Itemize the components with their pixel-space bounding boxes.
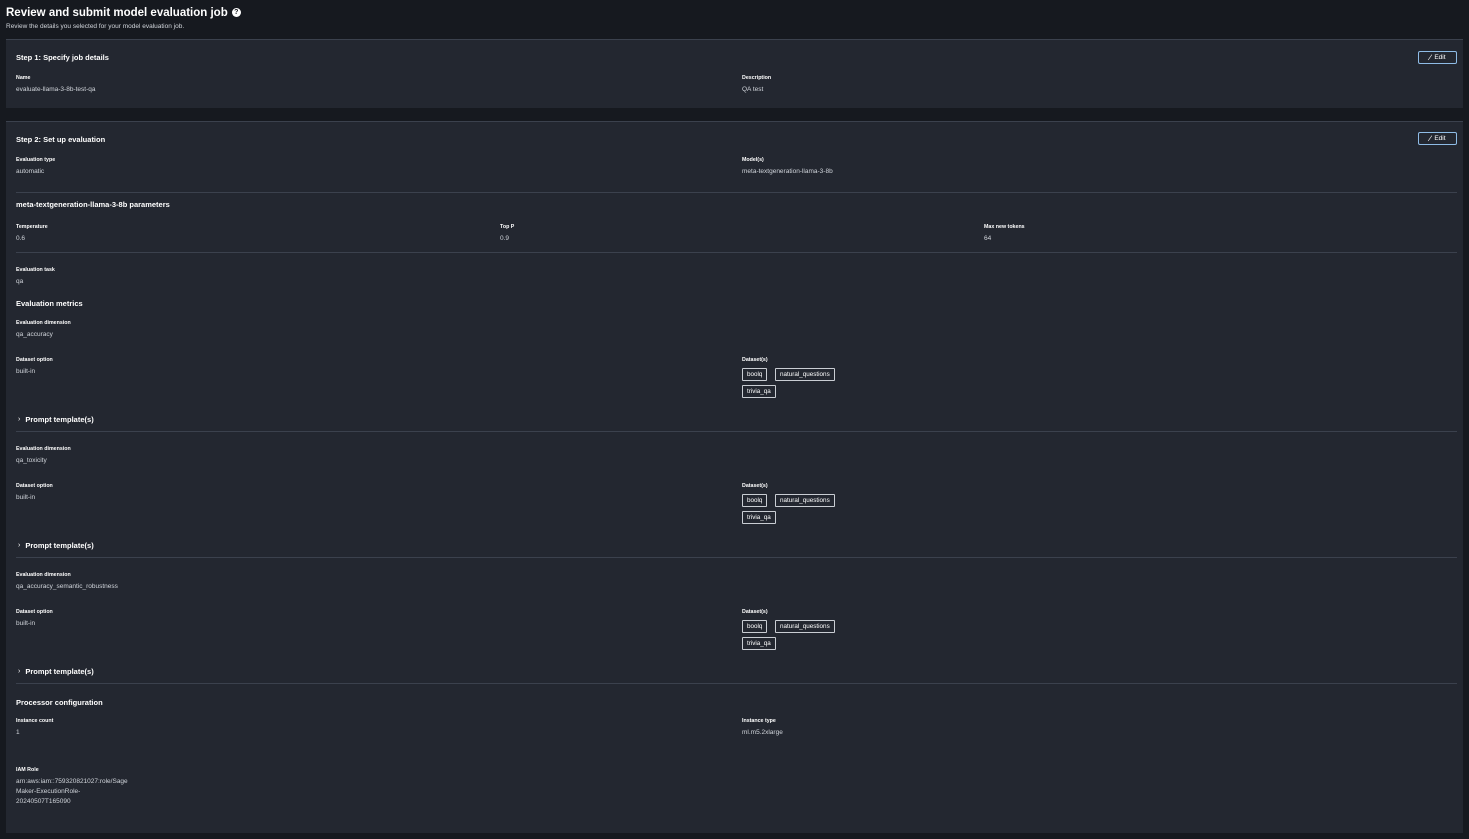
dataset-tag: boolq <box>742 494 768 507</box>
instance-count-value: 1 <box>16 729 20 736</box>
prompt-templates-expander[interactable]: › Prompt template(s) <box>18 415 94 424</box>
prompt-templates-expander[interactable]: › Prompt template(s) <box>18 541 94 550</box>
instance-type-label: Instance type <box>742 718 776 724</box>
processor-title: Processor configuration <box>16 698 103 707</box>
dimension-label: Evaluation dimension <box>16 572 71 578</box>
instance-type-value: ml.m5.2xlarge <box>742 729 783 736</box>
dimension-value: qa_accuracy_semantic_robustness <box>16 583 118 590</box>
name-label: Name <box>16 75 31 81</box>
prompt-templates-label: Prompt template(s) <box>25 667 94 676</box>
step1-edit-button[interactable]: | Edit <box>1418 51 1457 64</box>
dataset-option-value: built-in <box>16 494 36 501</box>
max-tokens-label: Max new tokens <box>984 224 1025 230</box>
dataset-tag: natural_questions <box>775 620 835 633</box>
pencil-icon: | <box>1427 135 1434 142</box>
max-tokens-value: 64 <box>984 235 992 242</box>
divider <box>16 192 1457 193</box>
iam-role-value-line2: Maker-ExecutionRole- <box>16 788 81 795</box>
dimension-value: qa_accuracy <box>16 331 53 338</box>
datasets-label: Dataset(s) <box>742 483 768 489</box>
divider <box>16 431 1457 432</box>
iam-role-value-line3: 20240507T165090 <box>16 798 71 805</box>
dataset-tag: trivia_qa <box>742 511 776 524</box>
help-circle-icon[interactable]: ? <box>231 8 241 17</box>
step2-edit-label: Edit <box>1434 135 1446 142</box>
dimension-value: qa_toxicity <box>16 457 47 464</box>
dataset-tag: boolq <box>742 620 768 633</box>
prompt-templates-label: Prompt template(s) <box>25 415 94 424</box>
iam-role-value-line1: arn:aws:iam::759320821027:role/Sage <box>16 778 128 785</box>
step2-title: Step 2: Set up evaluation <box>16 135 106 144</box>
prompt-templates-label: Prompt template(s) <box>25 541 94 550</box>
dimension-label: Evaluation dimension <box>16 320 71 326</box>
prompt-templates-expander[interactable]: › Prompt template(s) <box>18 667 94 676</box>
datasets-label: Dataset(s) <box>742 357 768 363</box>
step2-panel: Step 2: Set up evaluation | Edit Evaluat… <box>6 121 1463 833</box>
dataset-tag: trivia_qa <box>742 385 776 398</box>
divider <box>16 252 1457 253</box>
task-value: qa <box>16 278 24 285</box>
divider <box>16 683 1457 684</box>
step1-title: Step 1: Specify job details <box>16 53 109 62</box>
chevron-right-icon: › <box>18 416 21 423</box>
dataset-option-value: built-in <box>16 620 36 627</box>
pencil-icon: | <box>1427 54 1434 61</box>
dataset-tag: boolq <box>742 368 768 381</box>
step2-edit-button[interactable]: | Edit <box>1418 132 1457 145</box>
step1-panel: Step 1: Specify job details | Edit Name … <box>6 39 1463 108</box>
description-label: Description <box>742 75 772 81</box>
datasets-label: Dataset(s) <box>742 609 768 615</box>
dataset-option-label: Dataset option <box>16 609 53 615</box>
dataset-tag: natural_questions <box>775 494 835 507</box>
dataset-option-label: Dataset option <box>16 483 53 489</box>
evaluation-type-value: automatic <box>16 168 45 175</box>
temperature-value: 0.6 <box>16 235 26 242</box>
iam-role-label: IAM Role <box>16 767 39 773</box>
temperature-label: Temperature <box>16 224 48 230</box>
models-label: Model(s) <box>742 157 764 163</box>
dataset-tag: natural_questions <box>775 368 835 381</box>
top-p-value: 0.9 <box>500 235 510 242</box>
step1-edit-label: Edit <box>1434 54 1446 61</box>
top-p-label: Top P <box>500 224 515 230</box>
metrics-title: Evaluation metrics <box>16 299 83 308</box>
page-header: Review and submit model evaluation job? … <box>6 3 241 30</box>
instance-count-label: Instance count <box>16 718 54 724</box>
dataset-tag: trivia_qa <box>742 637 776 650</box>
params-title: meta-textgeneration-llama-3-8b parameter… <box>16 200 170 209</box>
dimension-label: Evaluation dimension <box>16 446 71 452</box>
models-value: meta-textgeneration-llama-3-8b <box>742 168 833 175</box>
description-value: QA test <box>742 86 764 93</box>
dataset-option-label: Dataset option <box>16 357 53 363</box>
chevron-right-icon: › <box>18 542 21 549</box>
dataset-option-value: built-in <box>16 368 36 375</box>
name-value: evaluate-llama-3-8b-test-qa <box>16 86 96 93</box>
evaluation-type-label: Evaluation type <box>16 157 56 163</box>
task-label: Evaluation task <box>16 267 55 273</box>
chevron-right-icon: › <box>18 668 21 675</box>
divider <box>16 557 1457 558</box>
page-subtitle: Review the details you selected for your… <box>6 23 185 30</box>
page-title: Review and submit model evaluation job <box>6 7 228 19</box>
